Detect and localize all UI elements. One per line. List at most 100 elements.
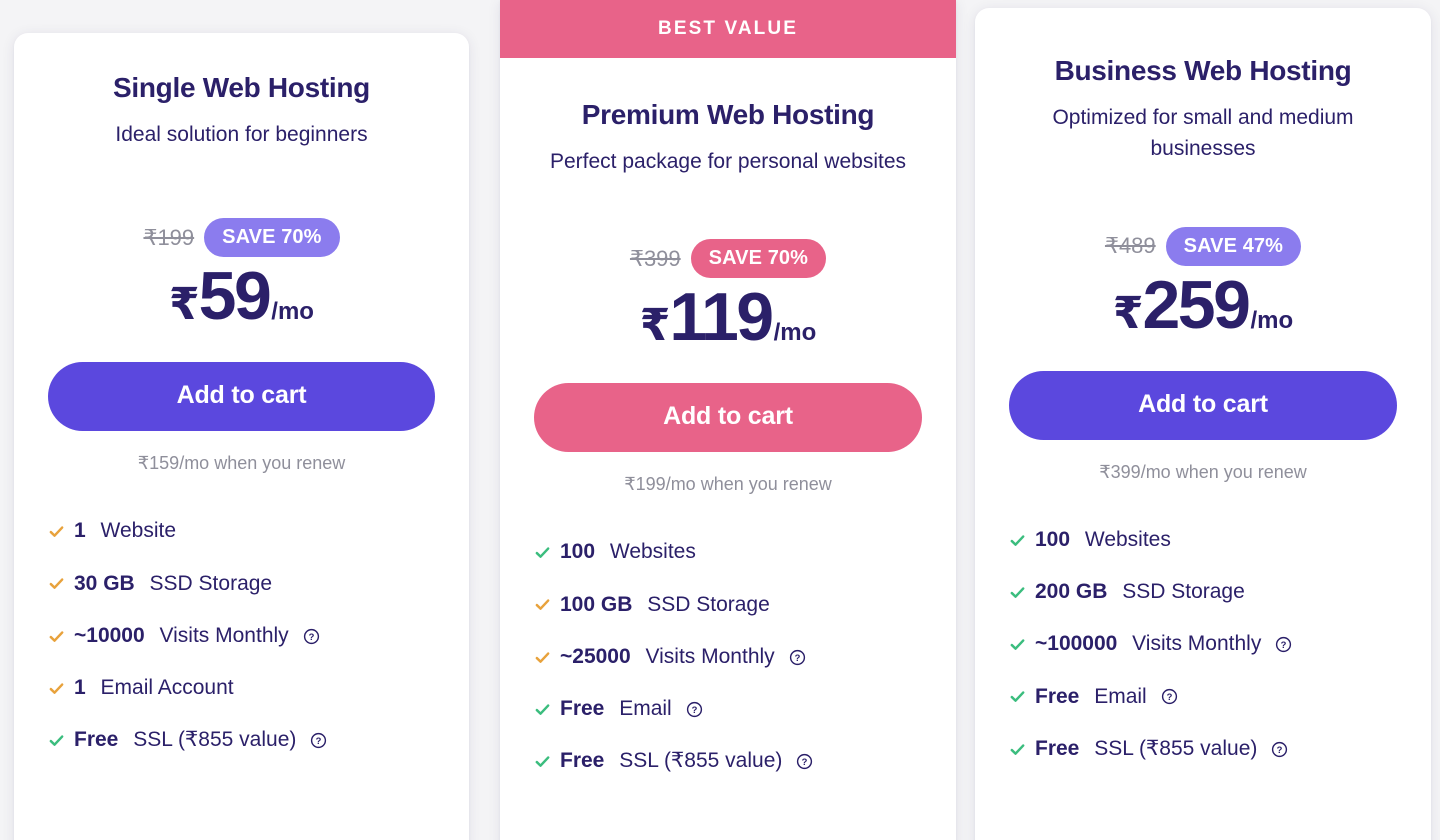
price-block: ₹489 SAVE 47% ₹ 259 /mo <box>1009 226 1397 343</box>
check-icon <box>534 649 551 666</box>
price-amount: 59 <box>198 258 272 335</box>
svg-text:?: ? <box>794 653 800 664</box>
feature-label: SSD Storage <box>641 592 770 616</box>
info-circle-icon[interactable]: ? <box>1156 688 1178 705</box>
price-block: ₹199 SAVE 70% ₹ 59 /mo <box>48 218 435 332</box>
svg-text:?: ? <box>1166 692 1172 703</box>
add-to-cart-button[interactable]: Add to cart <box>1009 370 1397 440</box>
check-icon <box>48 680 65 697</box>
pricing-card-business[interactable]: Business Web Hosting Optimized for small… <box>975 8 1431 840</box>
feature-value: 200 GB <box>1035 580 1108 604</box>
price-amount: 119 <box>669 279 774 356</box>
plan-subtitle: Perfect package for personal websites <box>549 149 907 173</box>
pricing-card-premium[interactable]: BEST VALUE Premium Web Hosting Perfect p… <box>500 0 956 840</box>
add-to-cart-button[interactable]: Add to cart <box>534 383 922 453</box>
feature-value: 100 GB <box>560 592 633 616</box>
feature-value: 1 <box>74 519 86 543</box>
feature-item: ~100000 Visits Monthly? <box>1009 631 1397 657</box>
best-value-ribbon: BEST VALUE <box>500 0 956 58</box>
feature-item: 100 GB SSD Storage <box>534 592 922 618</box>
feature-list: 100 Websites 100 GB SSD Storage ~25000 Vis… <box>534 539 922 820</box>
feature-item: 1 Website <box>48 518 435 544</box>
info-circle-icon[interactable]: ? <box>681 701 703 718</box>
feature-label: SSD Storage <box>1116 580 1245 604</box>
feature-item: 1 Email Account <box>48 675 435 701</box>
info-circle-icon[interactable]: ? <box>305 732 327 749</box>
feature-value: 30 GB <box>74 571 135 595</box>
info-circle-icon[interactable]: ? <box>791 753 813 770</box>
feature-item: Free SSL (₹855 value)? <box>48 727 435 753</box>
feature-item: Free SSL (₹855 value)? <box>534 748 922 774</box>
plan-subtitle: Ideal solution for beginners <box>115 122 368 146</box>
feature-item: ~25000 Visits Monthly? <box>534 644 922 670</box>
feature-value: Free <box>560 697 605 721</box>
save-badge: SAVE 70% <box>690 239 827 279</box>
feature-label: Websites <box>604 540 696 564</box>
feature-value: ~10000 <box>74 623 145 647</box>
check-icon <box>1009 688 1026 705</box>
feature-list: 1 Website 30 GB SSD Storage ~10000 Visits … <box>48 518 435 799</box>
pricing-cards-stage: Single Web Hosting Ideal solution for be… <box>0 0 1440 840</box>
check-icon <box>1009 636 1026 653</box>
old-price: ₹199 <box>143 224 195 250</box>
check-icon <box>48 732 65 749</box>
feature-list: 100 Websites 200 GB SSD Storage ~100000 Vi… <box>1009 527 1397 808</box>
feature-item: Free SSL (₹855 value)? <box>1009 736 1397 762</box>
svg-text:?: ? <box>316 736 322 747</box>
best-value-label: BEST VALUE <box>658 18 798 39</box>
feature-item: 200 GB SSD Storage <box>1009 579 1397 605</box>
check-icon <box>48 523 65 540</box>
feature-label: SSL (₹855 value) <box>613 749 783 773</box>
price-currency: ₹ <box>639 301 671 351</box>
feature-value: 1 <box>74 676 86 700</box>
check-icon <box>534 544 551 561</box>
feature-item: Free Email? <box>534 696 922 722</box>
plan-subtitle: Optimized for small and medium businesse… <box>1052 105 1354 161</box>
info-circle-icon[interactable]: ? <box>1270 636 1292 653</box>
feature-item: 100 Websites <box>534 539 922 565</box>
renew-note: ₹199/mo when you renew <box>624 474 832 495</box>
feature-value: ~25000 <box>560 644 631 668</box>
feature-item: ~10000 Visits Monthly? <box>48 623 435 649</box>
renew-note: ₹159/mo when you renew <box>137 453 346 474</box>
card-body: Single Web Hosting Ideal solution for be… <box>14 33 469 800</box>
save-badge: SAVE 70% <box>204 218 340 258</box>
svg-text:?: ? <box>802 757 808 768</box>
info-circle-icon[interactable]: ? <box>298 628 320 645</box>
plan-title: Business Web Hosting <box>1054 55 1352 86</box>
feature-item: 30 GB SSD Storage <box>48 571 435 597</box>
price-top-row: ₹489 SAVE 47% <box>1009 226 1397 266</box>
pricing-card-single[interactable]: Single Web Hosting Ideal solution for be… <box>14 33 469 840</box>
check-icon <box>534 596 551 613</box>
svg-text:?: ? <box>1281 640 1287 651</box>
svg-text:?: ? <box>308 632 314 643</box>
info-circle-icon[interactable]: ? <box>1266 741 1288 758</box>
check-icon <box>534 753 551 770</box>
check-icon <box>1009 532 1026 549</box>
feature-value: ~100000 <box>1035 632 1118 656</box>
feature-label: SSL (₹855 value) <box>1088 736 1258 760</box>
current-price: ₹ 119 /mo <box>534 279 922 356</box>
feature-label: Visits Monthly <box>639 644 775 668</box>
price-top-row: ₹199 SAVE 70% <box>48 218 435 258</box>
check-icon <box>1009 584 1026 601</box>
feature-label: SSD Storage <box>143 571 273 595</box>
feature-value: Free <box>74 728 119 752</box>
price-period: /mo <box>773 319 817 347</box>
info-circle-icon[interactable]: ? <box>784 649 806 666</box>
price-block: ₹399 SAVE 70% ₹ 119 /mo <box>534 239 922 353</box>
feature-label: Visits Monthly <box>1126 632 1262 656</box>
add-to-cart-button[interactable]: Add to cart <box>48 362 435 432</box>
feature-label: Email <box>1088 684 1147 708</box>
plan-title: Single Web Hosting <box>113 72 370 103</box>
price-amount: 259 <box>1142 266 1250 343</box>
renew-note: ₹399/mo when you renew <box>1099 461 1307 482</box>
feature-label: Website <box>94 519 177 543</box>
feature-value: 100 <box>560 540 596 564</box>
price-currency: ₹ <box>1112 288 1144 338</box>
plan-title: Premium Web Hosting <box>581 99 875 130</box>
feature-label: Email Account <box>94 676 234 700</box>
feature-value: Free <box>1035 736 1080 760</box>
price-period: /mo <box>271 298 314 326</box>
current-price: ₹ 59 /mo <box>48 258 435 335</box>
